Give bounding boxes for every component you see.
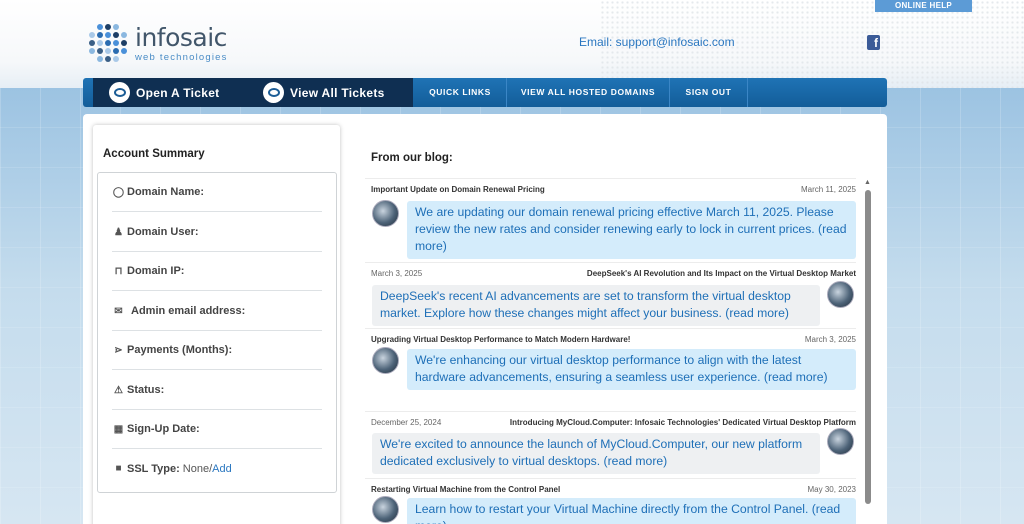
logo-dot — [89, 32, 95, 38]
post-excerpt[interactable]: We are updating our domain renewal prici… — [407, 201, 856, 259]
blog-post: Important Update on Domain Renewal Prici… — [365, 178, 856, 262]
post-date: March 3, 2025 — [371, 269, 423, 278]
cart-icon: ⋗ — [114, 344, 123, 356]
globe-icon: ◯ — [112, 186, 125, 198]
account-summary-box: ◯ Domain Name: ♟ Domain User: ⊓ Domain I… — [97, 172, 337, 493]
warning-icon: ⚠ — [114, 384, 123, 396]
logo-dot — [105, 40, 111, 46]
summary-row-domain-user: ♟ Domain User: — [112, 213, 322, 252]
summary-label: Sign-Up Date: — [127, 423, 200, 435]
blog-post: March 3, 2025 DeepSeek's AI Revolution a… — [365, 262, 856, 329]
blog-post: Upgrading Virtual Desktop Performance to… — [365, 328, 856, 412]
chat-bubble-icon — [263, 82, 284, 103]
post-avatar — [372, 200, 399, 227]
logo-dot — [97, 56, 103, 62]
post-title[interactable]: Upgrading Virtual Desktop Performance to… — [371, 335, 630, 344]
ssl-type-value: None/ — [182, 462, 213, 475]
post-excerpt[interactable]: We're enhancing our virtual desktop perf… — [407, 349, 856, 390]
logo-dot — [113, 40, 119, 46]
support-email-link[interactable]: Email: support@infosaic.com — [579, 35, 735, 49]
logo-dot — [121, 40, 127, 46]
nav-hosted-domains[interactable]: VIEW ALL HOSTED DOMAINS — [507, 78, 670, 107]
facebook-icon[interactable]: f — [867, 35, 880, 50]
antenna-icon: ⊓ — [114, 265, 123, 277]
envelope-icon: ✉ — [114, 305, 123, 317]
summary-row-domain-name: ◯ Domain Name: — [112, 173, 322, 212]
logo-dot — [89, 40, 95, 46]
logo-subtitle: web technologies — [135, 52, 228, 63]
summary-row-signup-date: ▦ Sign-Up Date: — [112, 410, 322, 449]
summary-row-domain-ip: ⊓ Domain IP: — [112, 252, 322, 291]
logo-dot — [105, 48, 111, 54]
open-ticket-label: Open A Ticket — [136, 85, 220, 100]
post-date: December 25, 2024 — [371, 418, 442, 427]
post-excerpt[interactable]: Learn how to restart your Virtual Machin… — [407, 498, 856, 524]
post-title[interactable]: Introducing MyCloud.Computer: Infosaic T… — [510, 418, 856, 427]
logo-dots-icon — [89, 24, 129, 64]
summary-label: Domain Name: — [127, 186, 205, 198]
online-help-tab[interactable]: ONLINE HELP — [875, 0, 972, 12]
calendar-icon: ▦ — [113, 423, 124, 435]
summary-label: Domain IP: — [127, 265, 185, 277]
view-tickets-label: View All Tickets — [290, 85, 385, 100]
logo-dot — [121, 48, 127, 54]
post-avatar — [372, 347, 399, 374]
scroll-up-arrow-icon[interactable]: ▲ — [864, 179, 871, 186]
logo-name: infosaic — [135, 23, 227, 52]
post-date: March 11, 2025 — [801, 185, 856, 194]
post-avatar — [827, 281, 854, 308]
logo-dot — [121, 32, 127, 38]
post-avatar — [372, 496, 399, 523]
chat-bubble-icon — [109, 82, 130, 103]
user-icon: ♟ — [114, 226, 123, 238]
post-avatar — [827, 428, 854, 455]
post-date: May 30, 2023 — [807, 485, 856, 494]
post-title[interactable]: DeepSeek's AI Revolution and Its Impact … — [587, 269, 856, 278]
ssl-add-link[interactable]: Add — [212, 463, 232, 475]
blog-post: Restarting Virtual Machine from the Cont… — [365, 478, 856, 524]
post-title[interactable]: Important Update on Domain Renewal Prici… — [371, 185, 545, 194]
summary-label: Admin email address: — [131, 305, 246, 317]
lock-icon: ■ — [115, 463, 122, 474]
open-ticket-button[interactable]: Open A Ticket — [109, 78, 219, 107]
account-summary-title: Account Summary — [103, 148, 205, 160]
blog-feed: Important Update on Domain Renewal Prici… — [365, 178, 876, 524]
summary-label: Domain User: — [127, 226, 199, 238]
summary-label: Payments (Months): — [127, 344, 233, 356]
logo-dot — [113, 24, 119, 30]
summary-row-ssl-type: ■ SSL Type: None/ Add — [112, 449, 322, 488]
view-tickets-button[interactable]: View All Tickets — [263, 78, 385, 107]
post-excerpt[interactable]: We're excited to announce the launch of … — [372, 433, 820, 474]
logo-dot — [97, 40, 103, 46]
infosaic-logo[interactable]: infosaic web technologies — [89, 24, 228, 64]
post-title[interactable]: Restarting Virtual Machine from the Cont… — [371, 485, 560, 494]
logo-dot — [105, 24, 111, 30]
summary-label: SSL Type: — [127, 462, 180, 475]
logo-dot — [113, 32, 119, 38]
blog-section-title: From our blog: — [371, 152, 453, 164]
post-date: March 3, 2025 — [804, 335, 856, 344]
summary-row-payments: ⋗ Payments (Months): — [112, 331, 322, 370]
summary-label: Status: — [127, 384, 165, 396]
nav-sign-out[interactable]: SIGN OUT — [670, 78, 748, 107]
summary-row-status: ⚠ Status: — [112, 371, 322, 410]
main-navbar: Open A Ticket View All Tickets QUICK LIN… — [83, 78, 887, 107]
logo-dot — [113, 48, 119, 54]
summary-row-admin-email: ✉ Admin email address: — [112, 292, 322, 331]
logo-dot — [97, 48, 103, 54]
logo-dot — [105, 32, 111, 38]
blog-post: December 25, 2024 Introducing MyCloud.Co… — [365, 411, 856, 478]
logo-dot — [89, 48, 95, 54]
blog-scrollbar-thumb[interactable] — [865, 190, 871, 504]
logo-dot — [97, 24, 103, 30]
logo-dot — [105, 56, 111, 62]
account-summary-card: Account Summary ◯ Domain Name: ♟ Domain … — [93, 125, 340, 524]
nav-quick-links[interactable]: QUICK LINKS — [414, 78, 507, 107]
logo-dot — [113, 56, 119, 62]
logo-dot — [97, 32, 103, 38]
post-excerpt[interactable]: DeepSeek's recent AI advancements are se… — [372, 285, 820, 326]
